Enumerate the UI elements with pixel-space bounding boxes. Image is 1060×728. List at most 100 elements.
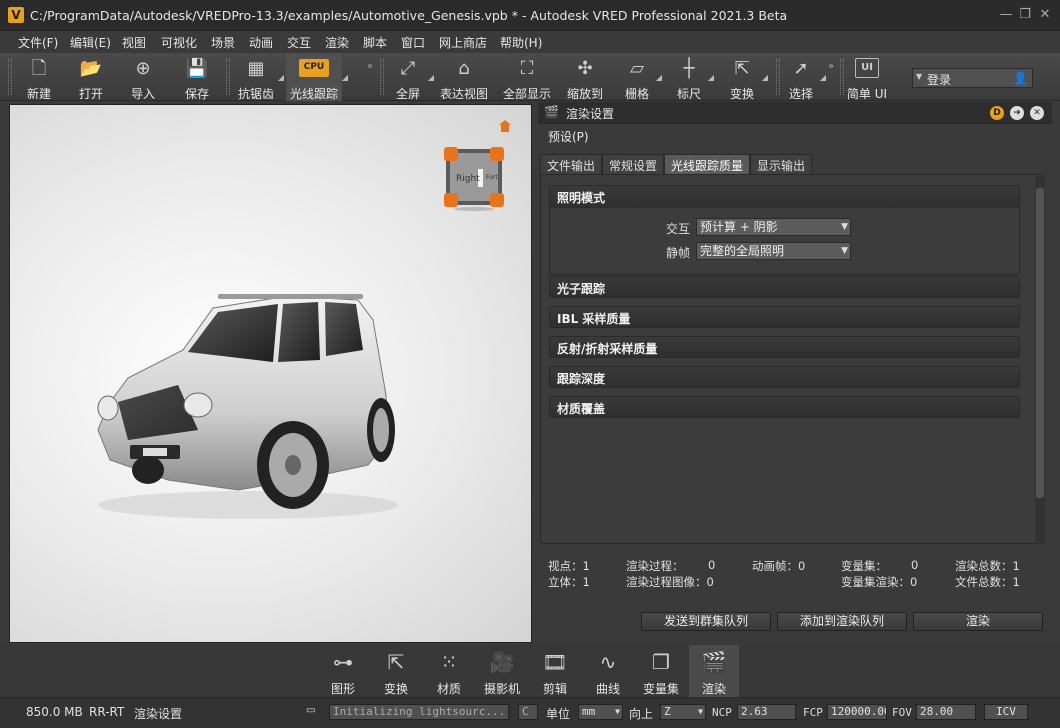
send-to-cluster-button[interactable]: 发送到群集队列	[641, 612, 771, 631]
toolbar-extend-icon[interactable]: »	[367, 61, 377, 72]
fit-all-button[interactable]: ⛶ 全部显示	[500, 53, 554, 101]
add-to-render-queue-button[interactable]: 添加到渲染队列	[777, 612, 907, 631]
ncp-input[interactable]: 2.63	[737, 704, 796, 720]
grid-button[interactable]: ▱ 栅格 ◢	[618, 53, 662, 101]
menu-scene[interactable]: 场景	[211, 34, 235, 51]
menu-file[interactable]: 文件(F)	[18, 34, 58, 51]
section-reflection-sampling[interactable]: 反射/折射采样质量	[549, 336, 1020, 358]
main-toolbar: 🗋 新建 📂 打开 ⊕ 导入 💾 保存 ▦ 抗锯齿 ◢ CPU 光线跟踪 ◢ »…	[0, 53, 1060, 101]
chevron-down-icon: ▼	[615, 707, 620, 716]
cpu-icon: CPU	[299, 59, 329, 77]
toolbar-grip[interactable]	[380, 59, 384, 95]
render-button[interactable]: 渲染	[913, 612, 1043, 631]
preset-menu[interactable]: 预设(P)	[548, 128, 589, 145]
toolbar-grip[interactable]	[776, 59, 780, 95]
chevron-down-icon[interactable]: ◢	[820, 73, 826, 82]
save-button[interactable]: 💾 保存	[176, 53, 218, 101]
still-frame-mode-select[interactable]: 完整的全局照明 ▼	[696, 242, 851, 260]
unit-select[interactable]: mm ▼	[578, 704, 623, 720]
select-button[interactable]: ➚ 选择 ◢	[782, 53, 826, 101]
transform-button[interactable]: ⇱ 变换 ◢	[722, 53, 768, 101]
tab-display-output[interactable]: 显示输出	[750, 154, 813, 174]
toolbar-grip[interactable]	[8, 59, 12, 95]
menu-window[interactable]: 窗口	[401, 34, 425, 51]
import-button[interactable]: ⊕ 导入	[122, 53, 164, 101]
dock-icon[interactable]: D	[990, 106, 1004, 120]
module-materials[interactable]: ⁙ 材质	[424, 645, 474, 697]
tab-file-output[interactable]: 文件输出	[540, 154, 603, 174]
render-viewport[interactable]: Right Fort	[9, 104, 532, 643]
antialias-button[interactable]: ▦ 抗锯齿 ◢	[234, 53, 284, 101]
chevron-down-icon[interactable]: ◢	[762, 73, 768, 82]
module-transform[interactable]: ⇱ 变换	[371, 645, 421, 697]
module-curves[interactable]: ∿ 曲线	[583, 645, 633, 697]
fov-input[interactable]: 28.00	[916, 704, 976, 720]
section-trace-depth[interactable]: 跟踪深度	[549, 366, 1020, 388]
fullscreen-button[interactable]: ⤢ 全屏 ◢	[388, 53, 434, 101]
still-frame-label: 静帧	[665, 246, 690, 260]
chevron-down-icon[interactable]: ◢	[342, 73, 348, 82]
chevron-down-icon[interactable]: ◢	[656, 73, 662, 82]
fov-label: FOV	[892, 706, 912, 719]
home-icon[interactable]	[498, 119, 512, 133]
chevron-down-icon[interactable]: ◢	[278, 73, 284, 82]
menu-webstore[interactable]: 网上商店	[439, 34, 487, 51]
minimize-icon[interactable]: —	[998, 7, 1014, 23]
interactive-mode-select[interactable]: 预计算 + 阴影 ▼	[696, 218, 851, 236]
panel-scrollbar[interactable]	[1035, 176, 1045, 542]
fcp-input[interactable]: 120000.00	[827, 704, 887, 720]
chevron-down-icon[interactable]: ◢	[708, 73, 714, 82]
fit-all-icon: ⛶	[520, 58, 534, 79]
icv-button[interactable]: ICV	[984, 704, 1028, 720]
module-graph-label: 图形	[330, 682, 355, 696]
up-axis-select[interactable]: Z ▼	[660, 704, 706, 720]
module-clips[interactable]: 🎞 剪辑	[530, 645, 580, 697]
section-material-override[interactable]: 材质覆盖	[549, 396, 1020, 418]
section-ibl-sampling[interactable]: IBL 采样质量	[549, 306, 1020, 328]
menu-animation[interactable]: 动画	[249, 34, 273, 51]
ncp-label: NCP	[712, 706, 732, 719]
menu-render[interactable]: 渲染	[325, 34, 349, 51]
module-graph[interactable]: ⊶ 图形	[318, 645, 368, 697]
ruler-icon: ┼	[683, 58, 695, 79]
menu-script[interactable]: 脚本	[363, 34, 387, 51]
folder-icon: 📂	[79, 58, 103, 79]
view-cube[interactable]: Right Fort	[442, 145, 506, 211]
tab-general-settings[interactable]: 常规设置	[602, 154, 665, 174]
menu-interaction[interactable]: 交互	[287, 34, 311, 51]
close-panel-icon[interactable]: ✕	[1030, 106, 1044, 120]
zoom-to-button[interactable]: ✣ 缩放到	[564, 53, 606, 101]
menu-help[interactable]: 帮助(H)	[500, 34, 542, 51]
module-render-label: 渲染	[701, 682, 726, 696]
clear-log-button[interactable]: C	[518, 704, 538, 720]
section-photon-tracing[interactable]: 光子跟踪	[549, 276, 1020, 298]
presentation-button[interactable]: ⌂ 表达视图	[438, 53, 490, 101]
module-variant-sets[interactable]: ❐ 变量集	[636, 645, 686, 697]
toolbar-extend-icon[interactable]: »	[828, 61, 838, 72]
terminal-icon[interactable]: ▭	[306, 705, 315, 716]
tab-raytracing-quality[interactable]: 光线跟踪质量	[664, 154, 751, 174]
module-camera[interactable]: 🎥 摄影机	[477, 645, 527, 697]
ruler-button[interactable]: ┼ 标尺 ◢	[670, 53, 714, 101]
arrow-right-icon[interactable]: ➜	[1010, 106, 1024, 120]
maximize-icon[interactable]: ❐	[1017, 7, 1033, 23]
simple-ui-button[interactable]: UI 简单 UI	[844, 53, 890, 101]
simple-ui-label: 简单 UI	[846, 87, 888, 101]
module-variant-sets-label: 变量集	[642, 682, 679, 696]
menu-visualization[interactable]: 可视化	[161, 34, 197, 51]
scrollbar-thumb[interactable]	[1036, 188, 1044, 498]
log-field[interactable]: Initializing lightsourc...	[329, 704, 509, 720]
toolbar-grip[interactable]	[226, 59, 230, 95]
open-button[interactable]: 📂 打开	[70, 53, 112, 101]
login-dropdown[interactable]: ▼ 登录 👤	[912, 68, 1033, 88]
module-render[interactable]: 🎬 渲染	[689, 645, 739, 697]
new-button[interactable]: 🗋 新建	[18, 53, 60, 101]
variant-sets-icon: ❐	[652, 650, 670, 674]
stat-render-pass-images: 渲染过程图像：0	[626, 575, 714, 589]
section-lighting-header[interactable]	[550, 186, 1019, 208]
raytrace-button[interactable]: CPU 光线跟踪 ◢	[286, 53, 348, 101]
menu-view[interactable]: 视图	[122, 34, 146, 51]
menu-edit[interactable]: 编辑(E)	[70, 34, 111, 51]
chevron-down-icon[interactable]: ◢	[428, 73, 434, 82]
close-icon[interactable]: ✕	[1037, 7, 1053, 23]
